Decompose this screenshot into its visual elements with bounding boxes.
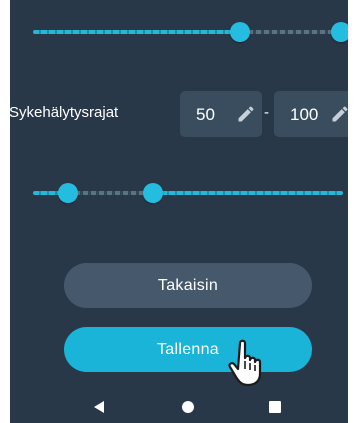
back-button[interactable]: Takaisin <box>64 263 312 308</box>
pencil-icon[interactable] <box>236 104 256 124</box>
hand-pointer-icon <box>228 339 262 387</box>
slider-thumb-upper[interactable] <box>331 22 351 42</box>
slider-inactive-track <box>240 30 343 34</box>
settings-screen: Sykehälytysrajat 50 - 100 Takaisin Talle… <box>0 0 356 423</box>
hr-min-field[interactable]: 50 <box>180 91 262 137</box>
slider-active-track <box>33 30 240 34</box>
slider-thumb-upper[interactable] <box>143 183 163 203</box>
slider-active-track <box>153 191 343 195</box>
top-range-slider[interactable] <box>33 20 351 44</box>
slider-inactive-track <box>67 191 153 195</box>
slider-thumb-lower[interactable] <box>58 183 78 203</box>
hr-min-value: 50 <box>196 105 215 124</box>
slider-thumb-lower[interactable] <box>230 22 250 42</box>
hr-max-value: 100 <box>290 105 319 124</box>
hr-limits-label: Sykehälytysrajat <box>9 104 119 121</box>
triangle-left-icon[interactable] <box>92 400 106 414</box>
pencil-icon[interactable] <box>330 104 350 124</box>
navigation-bar <box>0 389 356 423</box>
hr-max-field[interactable]: 100 <box>274 91 356 137</box>
circle-icon[interactable] <box>181 400 195 414</box>
hr-range-slider[interactable] <box>33 181 343 205</box>
range-separator: - <box>264 104 269 121</box>
square-icon[interactable] <box>268 400 282 414</box>
